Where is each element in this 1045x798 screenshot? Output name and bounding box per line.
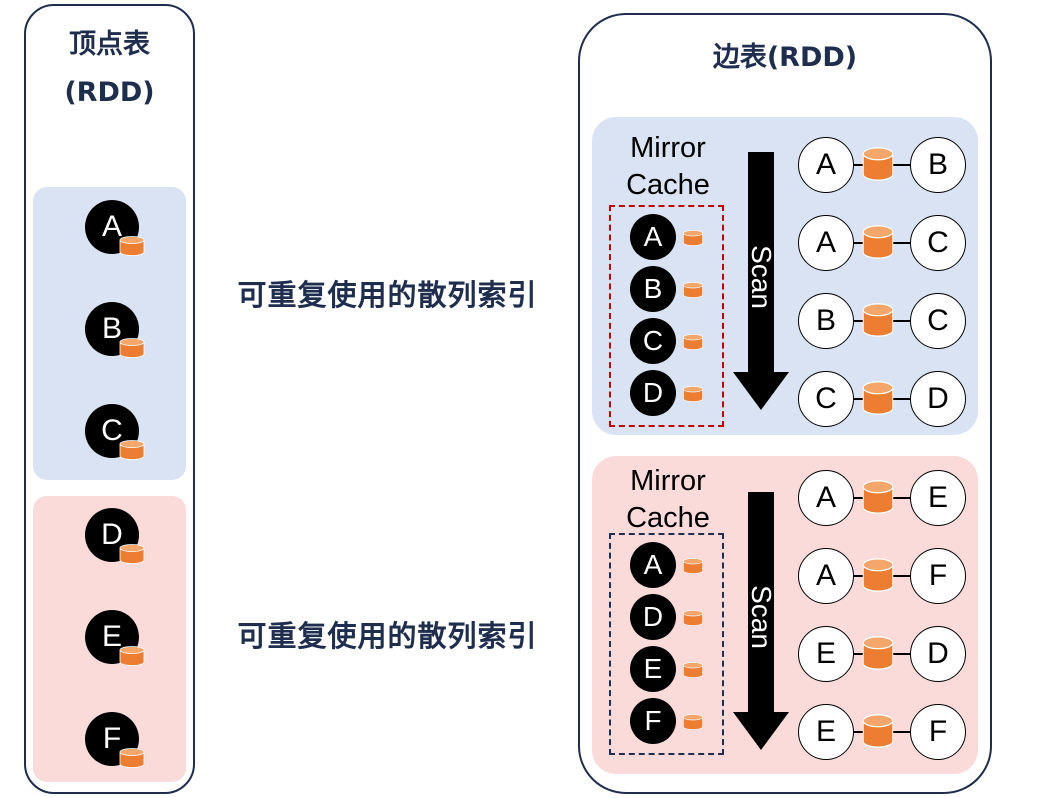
mirror-cache-title-line2: Cache xyxy=(626,169,710,201)
edge-source-node: A xyxy=(798,548,854,604)
edge-target-label: F xyxy=(928,715,948,748)
hash-index-cylinder-icon xyxy=(119,646,145,666)
edge-data-cylinder-icon xyxy=(862,225,894,259)
edge-source-node: A xyxy=(798,470,854,526)
edge-source-node: E xyxy=(798,704,854,760)
edge-target-label: C xyxy=(927,304,949,337)
edge-source-label: C xyxy=(815,382,837,415)
hash-index-cylinder-icon xyxy=(682,386,704,402)
cached-vertex-node: B xyxy=(630,266,676,312)
edge-data-cylinder-icon xyxy=(862,303,894,337)
edge-source-label: A xyxy=(815,481,836,514)
cached-vertex-label: F xyxy=(644,705,662,736)
hash-index-cylinder-icon xyxy=(119,338,145,358)
hash-index-cylinder-icon xyxy=(682,282,704,298)
edge-target-node: F xyxy=(910,548,966,604)
cached-vertex-node: A xyxy=(630,542,676,588)
edge-target-node: F xyxy=(910,704,966,760)
cached-vertex-node: C xyxy=(630,318,676,364)
hash-index-cylinder-icon xyxy=(682,558,704,574)
edge-target-node: C xyxy=(910,293,966,349)
vertex-table-title-line2: (RDD) xyxy=(64,77,155,108)
hash-index-cylinder-icon xyxy=(119,544,145,564)
cached-vertex-label: E xyxy=(643,653,663,684)
edge-source-node: B xyxy=(798,293,854,349)
edge-source-node: E xyxy=(798,626,854,682)
edge-target-label: F xyxy=(928,559,948,592)
cached-vertex-label: A xyxy=(643,221,663,252)
edge-source-node: A xyxy=(798,137,854,193)
hash-index-cylinder-icon xyxy=(682,334,704,350)
scan-label: Scan xyxy=(746,585,777,649)
edge-source-label: A xyxy=(815,559,836,592)
vertex-table-title-line1: 顶点表 xyxy=(69,29,150,60)
mirror-cache-title-line1: Mirror xyxy=(630,465,706,497)
edge-target-node: E xyxy=(910,470,966,526)
hash-index-cylinder-icon xyxy=(682,662,704,678)
edge-target-label: D xyxy=(927,637,949,670)
edge-target-label: C xyxy=(927,226,949,259)
edge-source-label: E xyxy=(815,715,836,748)
cached-vertex-label: C xyxy=(642,325,664,356)
edge-data-cylinder-icon xyxy=(862,480,894,514)
edge-data-cylinder-icon xyxy=(862,558,894,592)
cached-vertex-node: E xyxy=(630,646,676,692)
cached-vertex-node: D xyxy=(630,370,676,416)
hash-index-cylinder-icon xyxy=(682,610,704,626)
hash-index-cylinder-icon xyxy=(119,748,145,768)
edge-target-label: D xyxy=(927,382,949,415)
reusable-hash-index-label: 可重复使用的散列索引 xyxy=(237,278,538,312)
cached-vertex-label: D xyxy=(642,377,664,408)
edge-data-cylinder-icon xyxy=(862,636,894,670)
cached-vertex-node: D xyxy=(630,594,676,640)
hash-index-cylinder-icon xyxy=(682,230,704,246)
edge-target-label: E xyxy=(927,481,948,514)
reusable-hash-index-label: 可重复使用的散列索引 xyxy=(237,619,538,653)
hash-index-cylinder-icon xyxy=(119,440,145,460)
edge-target-node: B xyxy=(910,137,966,193)
mirror-cache-title-line2: Cache xyxy=(626,502,710,534)
cached-vertex-label: D xyxy=(642,601,664,632)
edge-target-label: B xyxy=(927,148,948,181)
edge-source-node: A xyxy=(798,215,854,271)
edge-target-node: C xyxy=(910,215,966,271)
cached-vertex-label: A xyxy=(643,549,663,580)
scan-label: Scan xyxy=(746,245,777,309)
edge-source-label: B xyxy=(815,304,836,337)
edge-source-node: C xyxy=(798,371,854,427)
hash-index-cylinder-icon xyxy=(119,236,145,256)
edge-source-label: E xyxy=(815,637,836,670)
edge-source-label: A xyxy=(815,148,836,181)
edge-data-cylinder-icon xyxy=(862,714,894,748)
edge-target-node: D xyxy=(910,371,966,427)
mirror-cache-title-line1: Mirror xyxy=(630,132,706,164)
cached-vertex-node: A xyxy=(630,214,676,260)
edge-data-cylinder-icon xyxy=(862,381,894,415)
cached-vertex-node: F xyxy=(630,698,676,744)
cached-vertex-label: B xyxy=(643,273,663,304)
edge-source-label: A xyxy=(815,226,836,259)
edge-target-node: D xyxy=(910,626,966,682)
edge-data-cylinder-icon xyxy=(862,147,894,181)
edge-table-title: 边表(RDD) xyxy=(712,42,858,73)
hash-index-cylinder-icon xyxy=(682,714,704,730)
